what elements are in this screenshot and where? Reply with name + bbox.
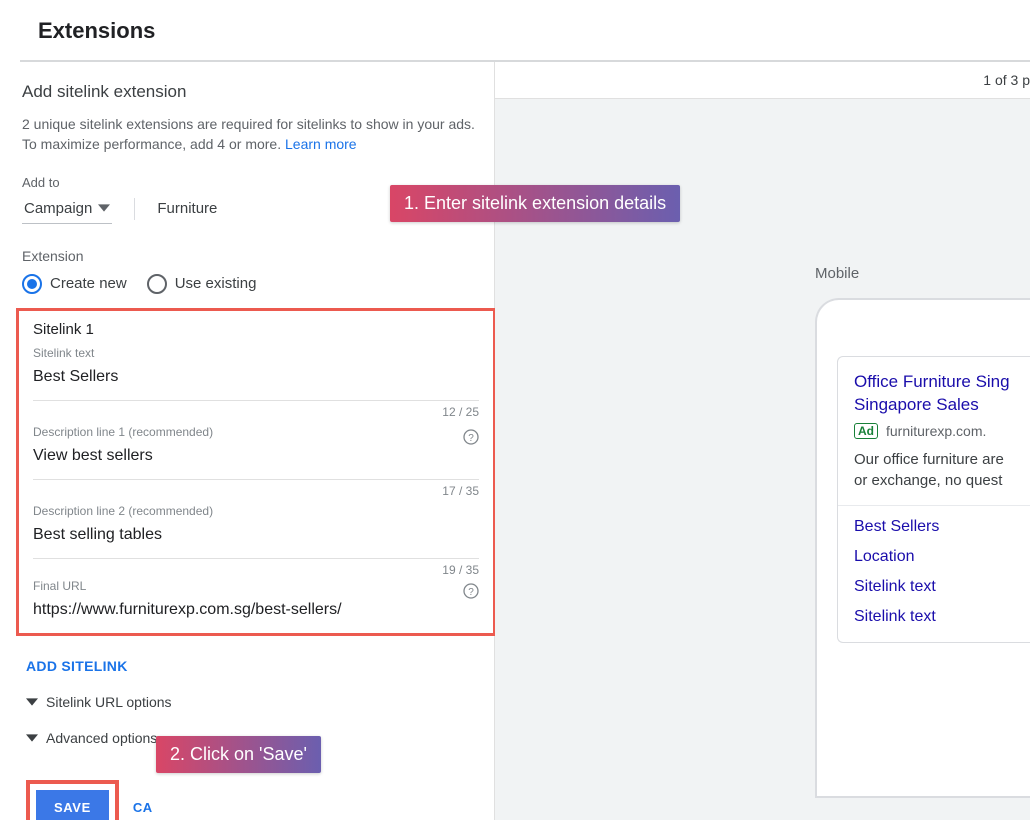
radio-icon (147, 274, 167, 294)
help-icon[interactable]: ? (463, 429, 479, 445)
ad-sitelink[interactable]: Sitelink text (854, 596, 1030, 626)
section-heading: Add sitelink extension (22, 82, 494, 102)
sitelink-url-options-toggle[interactable]: Sitelink URL options (26, 694, 494, 710)
save-highlight: SAVE (26, 780, 119, 820)
sitelink-text-counter: 12 / 25 (442, 405, 479, 419)
svg-text:?: ? (468, 433, 474, 444)
hint-text: 2 unique sitelink extensions are require… (22, 116, 475, 152)
ad-sitelink[interactable]: Sitelink text (854, 566, 1030, 596)
radio-icon (22, 274, 42, 294)
vertical-divider (134, 198, 135, 220)
ad-sitelink[interactable]: Location (854, 536, 1030, 566)
annotation-step-1: 1. Enter sitelink extension details (390, 185, 680, 222)
preview-counter: 1 of 3 p (495, 62, 1030, 99)
ad-card: Office Furniture SingSingapore Sales Ad … (837, 356, 1030, 643)
ad-sitelink[interactable]: Best Sellers (854, 506, 1030, 536)
cancel-button[interactable]: CA (133, 800, 153, 815)
extension-label: Extension (22, 248, 494, 264)
sitelink-form: Sitelink 1 Sitelink text Best Sellers 12… (16, 308, 496, 636)
radio-use-existing[interactable]: Use existing (147, 274, 257, 294)
chevron-down-icon (98, 202, 110, 214)
mobile-label: Mobile (815, 265, 859, 282)
level-dropdown[interactable]: Campaign (22, 194, 112, 224)
sitelink-text-input[interactable]: Best Sellers (33, 368, 479, 386)
chevron-down-icon (26, 696, 38, 708)
final-url-label: Final URL (33, 579, 479, 593)
save-button[interactable]: SAVE (36, 790, 109, 820)
page-title: Extensions (0, 0, 1030, 60)
ad-description: Our office furniture areor exchange, no … (854, 449, 1030, 491)
learn-more-link[interactable]: Learn more (285, 136, 357, 152)
annotation-step-2: 2. Click on 'Save' (156, 736, 321, 773)
final-url-input[interactable]: https://www.furniturexp.com.sg/best-sell… (33, 601, 479, 619)
sitelink-heading: Sitelink 1 (33, 321, 479, 338)
radio-create-new[interactable]: Create new (22, 274, 127, 294)
add-sitelink-button[interactable]: ADD SITELINK (26, 658, 494, 674)
svg-text:?: ? (468, 587, 474, 598)
ad-domain: furniturexp.com. (886, 423, 986, 439)
sitelink-text-label: Sitelink text (33, 346, 479, 360)
description2-counter: 19 / 35 (442, 563, 479, 577)
description1-label: Description line 1 (recommended) (33, 425, 479, 439)
section-hint: 2 unique sitelink extensions are require… (22, 114, 482, 155)
ad-badge: Ad (854, 423, 878, 439)
phone-preview: Office Furniture SingSingapore Sales Ad … (815, 298, 1030, 798)
ad-headline[interactable]: Office Furniture SingSingapore Sales (854, 371, 1030, 417)
left-panel: Add sitelink extension 2 unique sitelink… (0, 62, 495, 820)
radio-create-new-label: Create new (50, 275, 127, 292)
sitelink-url-options-label: Sitelink URL options (46, 694, 172, 710)
level-dropdown-value: Campaign (24, 200, 92, 217)
advanced-options-label: Advanced options (46, 730, 157, 746)
target-value: Furniture (157, 200, 217, 217)
radio-use-existing-label: Use existing (175, 275, 257, 292)
description2-input[interactable]: Best selling tables (33, 526, 479, 544)
description1-input[interactable]: View best sellers (33, 447, 479, 465)
preview-panel: 1 of 3 p Mobile Office Furniture SingSin… (495, 62, 1030, 820)
chevron-down-icon (26, 732, 38, 744)
help-icon[interactable]: ? (463, 583, 479, 599)
description2-label: Description line 2 (recommended) (33, 504, 479, 518)
description1-counter: 17 / 35 (442, 484, 479, 498)
